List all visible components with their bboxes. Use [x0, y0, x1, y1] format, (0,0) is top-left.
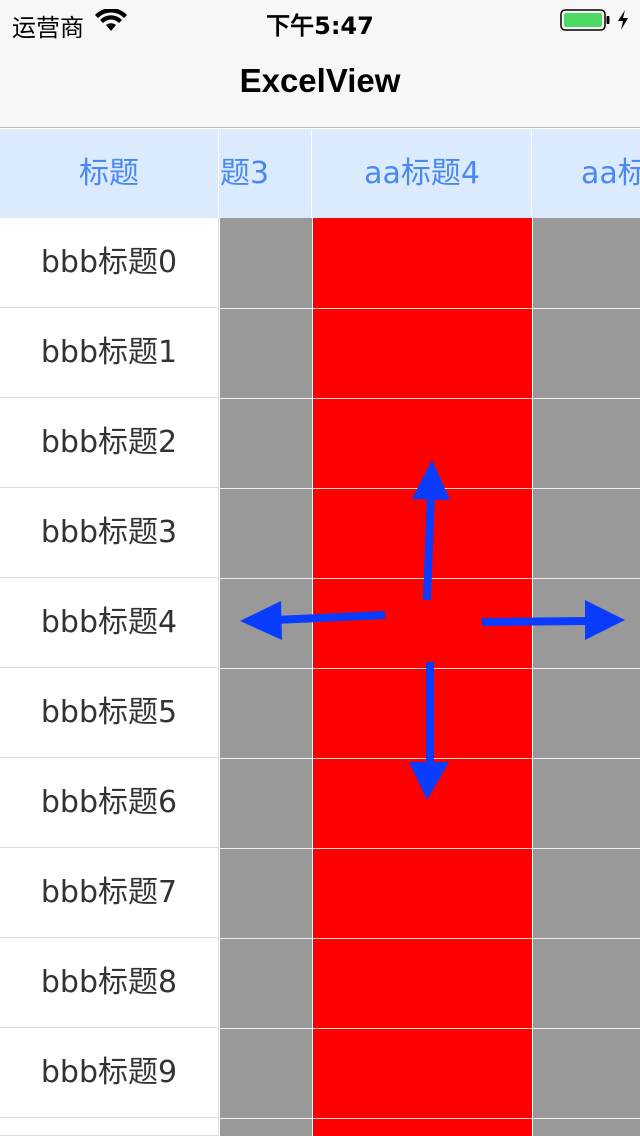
- row-divider: [220, 1028, 640, 1029]
- row-label[interactable]: bbb标题7: [0, 848, 219, 938]
- row-label[interactable]: bbb标题6: [0, 758, 219, 848]
- row-header-column: bbb标题0 bbb标题1 bbb标题2 bbb标题3 bbb标题4 bbb标题…: [0, 218, 219, 1136]
- excel-header-row[interactable]: 题3 aa标题4 aa标 标题: [0, 129, 640, 218]
- row-divider: [220, 758, 640, 759]
- header-cell-3-label: 题3: [220, 156, 270, 191]
- row-label[interactable]: bbb标题5: [0, 668, 219, 758]
- row-label[interactable]: bbb标题2: [0, 398, 219, 488]
- row-divider: [220, 848, 640, 849]
- battery-icon: [560, 9, 610, 31]
- row-divider: [220, 578, 640, 579]
- column-divider: [532, 218, 533, 1136]
- status-bar: 运营商 下午5:47: [0, 0, 640, 42]
- row-label[interactable]: bbb标题1: [0, 308, 219, 398]
- header-cell-fixed[interactable]: 标题: [0, 129, 219, 218]
- charging-bolt-icon: [618, 10, 628, 30]
- header-cell-3[interactable]: 题3: [220, 129, 312, 218]
- navigation-bar: ExcelView: [0, 40, 640, 128]
- header-cell-4[interactable]: aa标题4: [313, 129, 532, 218]
- header-cell-5[interactable]: aa标: [533, 129, 640, 218]
- row-divider: [220, 938, 640, 939]
- row-divider: [220, 398, 640, 399]
- column-divider: [312, 218, 313, 1136]
- grid-column-grey-right[interactable]: [533, 218, 640, 1136]
- status-time: 下午5:47: [266, 12, 374, 40]
- row-label[interactable]: bbb标题8: [0, 938, 219, 1028]
- row-label[interactable]: bbb标题3: [0, 488, 219, 578]
- row-divider: [220, 1118, 640, 1119]
- row-label[interactable]: bbb标题4: [0, 578, 219, 668]
- row-divider: [220, 488, 640, 489]
- grid-column-grey-left[interactable]: [220, 218, 312, 1136]
- row-label[interactable]: bbb标题9: [0, 1028, 219, 1118]
- row-divider: [220, 668, 640, 669]
- grid-column-red[interactable]: [313, 218, 532, 1136]
- row-divider: [220, 308, 640, 309]
- row-label[interactable]: bbb标题0: [0, 218, 219, 308]
- page-title: ExcelView: [239, 62, 401, 99]
- row-label-partial: [0, 1118, 219, 1136]
